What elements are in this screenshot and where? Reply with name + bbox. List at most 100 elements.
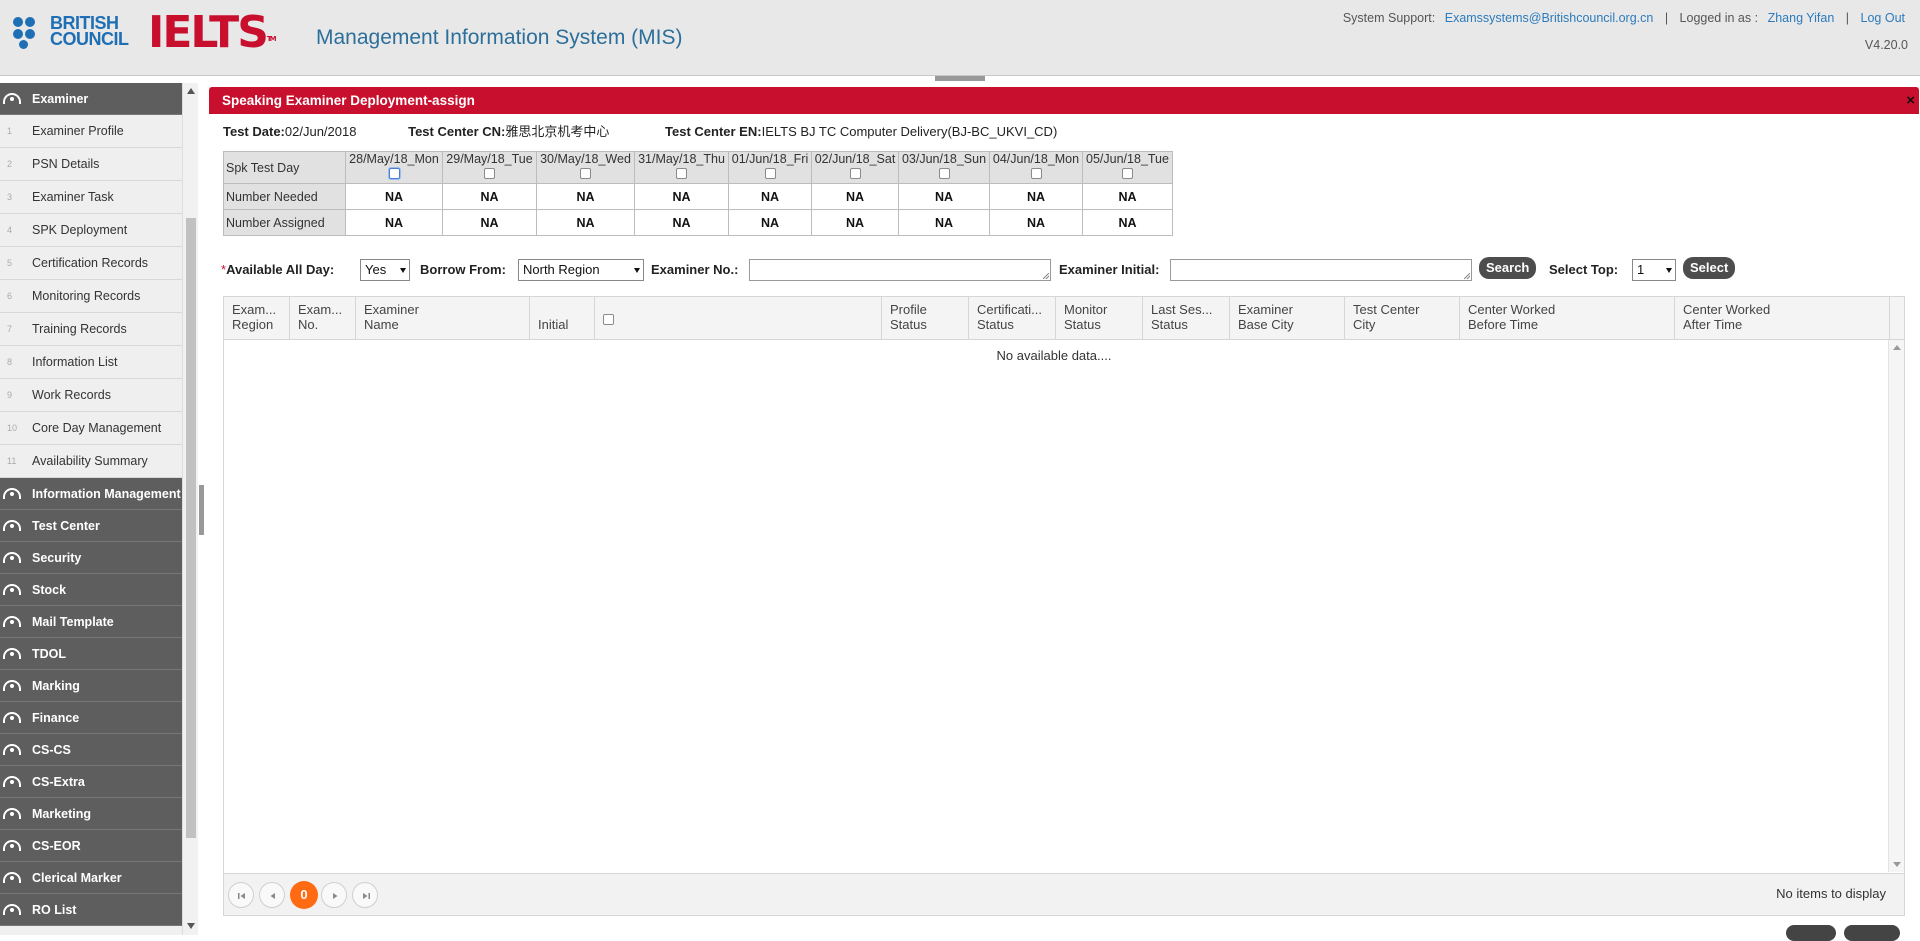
close-icon[interactable]: × [1906, 92, 1915, 110]
examiner-initial-input[interactable] [1170, 259, 1472, 281]
sidebar-group-cs-eor[interactable]: CS-EOR [0, 830, 182, 862]
day-checkbox[interactable] [938, 168, 950, 179]
support-email-link[interactable]: Examssystems@Britishcouncil.org.cn [1445, 11, 1654, 25]
sidebar-item-certification-records[interactable]: 5 Certification Records [0, 247, 182, 280]
grid-column-header[interactable]: Examiner Base City [1230, 297, 1345, 339]
scrollbar-thumb[interactable] [186, 218, 196, 838]
footer-button[interactable] [1844, 925, 1900, 941]
sidebar-item-number: 8 [7, 357, 13, 367]
sidebar-group-label: CS-EOR [32, 839, 81, 853]
scroll-up-icon[interactable] [1893, 345, 1901, 350]
select-button[interactable]: Select [1683, 257, 1736, 279]
footer-button[interactable] [1786, 925, 1836, 941]
day-checkbox[interactable] [1030, 168, 1042, 179]
number-needed-cell: NA [536, 183, 635, 210]
grid-column-header[interactable]: Exam... Region [224, 297, 290, 339]
grid-pager: 0 No items to display [224, 873, 1904, 915]
examiner-grid: Exam... Region Exam... No. Examiner Name Initi… [223, 296, 1905, 916]
search-button[interactable]: Search [1479, 257, 1537, 279]
day-checkbox[interactable] [484, 168, 495, 179]
number-assigned-cell: NA [345, 209, 443, 236]
sidebar-group-mail-template[interactable]: Mail Template [0, 606, 182, 638]
grid-column-header[interactable]: Profile Status [882, 297, 969, 339]
borrow-from-select[interactable]: North Region [518, 259, 644, 281]
sidebar-item-monitoring-records[interactable]: 6 Monitoring Records [0, 280, 182, 313]
sidebar-scrollbar[interactable] [182, 83, 198, 935]
sidebar-item-spk-deployment[interactable]: 4 SPK Deployment [0, 214, 182, 247]
first-page-button[interactable] [228, 882, 254, 908]
grid-column-header[interactable]: Monitor Status [1056, 297, 1143, 339]
day-checkbox[interactable] [388, 168, 400, 179]
day-checkbox[interactable] [849, 168, 861, 179]
sidebar-group-ro-list[interactable]: RO List [0, 894, 182, 926]
sidebar-item-psn-details[interactable]: 2 PSN Details [0, 148, 182, 181]
sidebar-group-tdol[interactable]: TDOL [0, 638, 182, 670]
day-checkbox[interactable] [764, 168, 776, 179]
sidebar-item-information-list[interactable]: 8 Information List [0, 346, 182, 379]
sidebar-group-clerical-marker[interactable]: Clerical Marker [0, 862, 182, 894]
current-page[interactable]: 0 [290, 881, 318, 909]
sidebar-item-work-records[interactable]: 9 Work Records [0, 379, 182, 412]
day-checkbox[interactable] [676, 168, 687, 179]
sidebar-item-core-day-management[interactable]: 10 Core Day Management [0, 412, 182, 445]
british-council-logo: BRITISH COUNCIL [12, 14, 129, 50]
prev-page-icon [270, 893, 275, 899]
column-label-line2: Name [364, 317, 399, 332]
sidebar-item-number: 5 [7, 258, 13, 268]
sidebar-item-training-records[interactable]: 7 Training Records [0, 313, 182, 346]
grid-column-header[interactable]: Examiner Name [356, 297, 530, 339]
sidebar-group-stock[interactable]: Stock [0, 574, 182, 606]
grid-column-header[interactable]: Center Worked Before Time [1460, 297, 1675, 339]
scroll-down-icon[interactable] [187, 923, 195, 929]
number-needed-cell: NA [898, 183, 990, 210]
sidebar-collapse-handle[interactable] [199, 485, 204, 535]
sidebar-group-marketing[interactable]: Marketing [0, 798, 182, 830]
next-page-button[interactable] [321, 882, 347, 908]
examiner-no-input[interactable] [749, 259, 1051, 281]
sidebar-group-cs-cs[interactable]: CS-CS [0, 734, 182, 766]
user-name-link[interactable]: Zhang Yifan [1768, 11, 1835, 25]
sidebar-group-examiner[interactable]: Examiner [0, 83, 182, 115]
grid-column-header[interactable] [595, 297, 882, 339]
grid-column-header[interactable]: Last Ses... Status [1143, 297, 1230, 339]
scroll-down-icon[interactable] [1893, 862, 1901, 867]
sidebar-item-label: Monitoring Records [32, 289, 141, 303]
chevron-down-icon [1666, 268, 1672, 273]
logout-link[interactable]: Log Out [1861, 11, 1905, 25]
day-label: 28/May/18_Mon [349, 152, 439, 166]
sidebar-item-examiner-task[interactable]: 3 Examiner Task [0, 181, 182, 214]
header-collapse-handle[interactable] [935, 76, 985, 81]
sidebar-group-test-center[interactable]: Test Center [0, 510, 182, 542]
day-column-header: 29/May/18_Tue [442, 151, 537, 184]
column-label-line1: Exam... [232, 302, 277, 317]
day-checkbox[interactable] [1122, 168, 1133, 179]
day-checkbox[interactable] [580, 168, 591, 179]
grid-column-header[interactable]: Test Center City [1345, 297, 1460, 339]
grid-column-header[interactable]: Certificati... Status [969, 297, 1056, 339]
sidebar-item-label: Examiner Task [32, 190, 114, 204]
sidebar-group-label: Examiner [32, 92, 89, 106]
select-top-select[interactable]: 1 [1632, 259, 1676, 281]
sidebar-group-marking[interactable]: Marking [0, 670, 182, 702]
group-icon [3, 872, 21, 883]
sidebar-group-cs-extra[interactable]: CS-Extra [0, 766, 182, 798]
select-all-checkbox[interactable] [603, 314, 614, 325]
available-all-day-select[interactable]: Yes [360, 259, 410, 281]
grid-scrollbar[interactable] [1888, 340, 1904, 872]
grid-column-header[interactable]: Initial [530, 297, 595, 339]
grid-column-header[interactable]: Exam... No. [290, 297, 356, 339]
sidebar-group-label: Marketing [32, 807, 92, 821]
scroll-up-icon[interactable] [187, 88, 195, 94]
sidebar-group-finance[interactable]: Finance [0, 702, 182, 734]
sidebar-group-label: TDOL [32, 647, 67, 661]
sidebar-group-information-management[interactable]: Information Management [0, 478, 182, 510]
brand-line-2: COUNCIL [50, 29, 129, 49]
sidebar-group-label: RO List [32, 903, 77, 917]
column-label-line2: After Time [1683, 317, 1743, 332]
sidebar-item-examiner-profile[interactable]: 1 Examiner Profile [0, 115, 182, 148]
sidebar-group-security[interactable]: Security [0, 542, 182, 574]
prev-page-button[interactable] [259, 882, 285, 908]
last-page-button[interactable] [352, 882, 378, 908]
grid-column-header[interactable]: Center Worked After Time [1675, 297, 1890, 339]
sidebar-item-availability-summary[interactable]: 11 Availability Summary [0, 445, 182, 478]
